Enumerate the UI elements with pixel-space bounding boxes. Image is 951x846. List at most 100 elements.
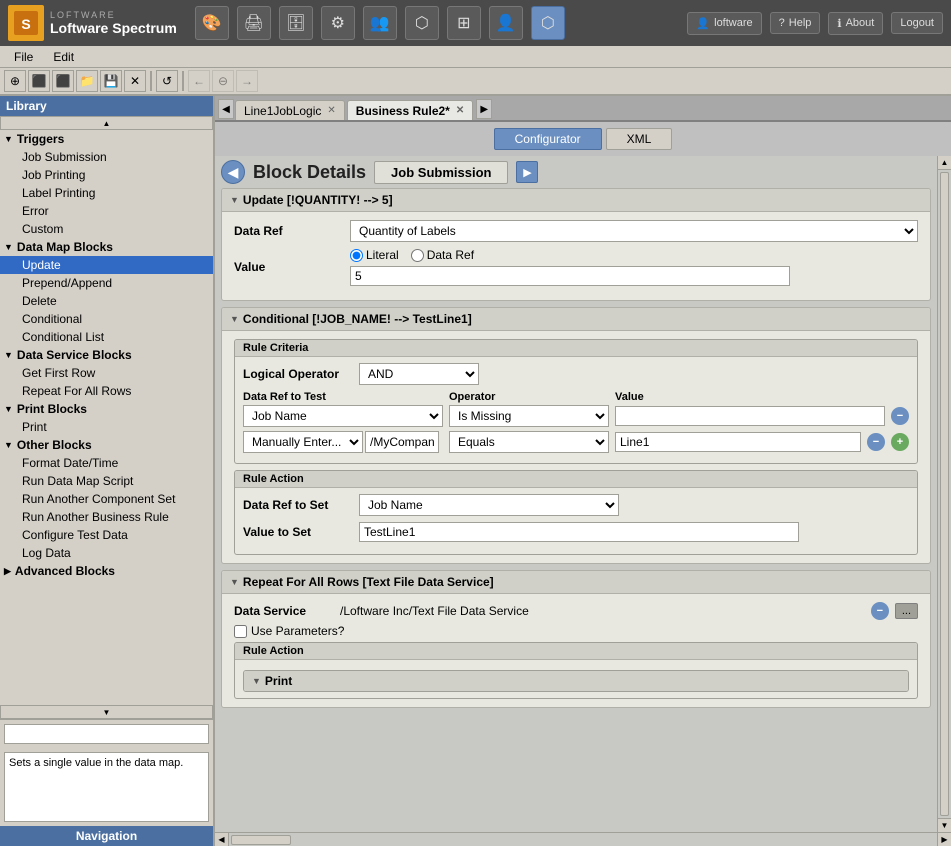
criteria-row2-dataref-value[interactable] <box>365 431 439 453</box>
nav-network-icon[interactable]: ⬡ <box>531 6 565 40</box>
sidebar-item-conditional[interactable]: Conditional <box>0 310 213 328</box>
tb-refresh-btn[interactable]: ↺ <box>156 70 178 92</box>
sidebar-item-prepend-append[interactable]: Prepend/Append <box>0 274 213 292</box>
search-input[interactable] <box>4 724 209 744</box>
user-btn[interactable]: 👤 loftware <box>687 12 761 35</box>
rule-action-box: Rule Action Data Ref to Set Job Name <box>234 470 918 555</box>
tb-paste-btn[interactable]: ⬛ <box>52 70 74 92</box>
tb-new-btn[interactable]: ⊕ <box>4 70 26 92</box>
help-btn[interactable]: ? Help <box>770 12 821 34</box>
menu-edit[interactable]: Edit <box>43 48 84 66</box>
scroll-up-arrow[interactable]: ▲ <box>938 156 951 170</box>
sidebar-item-get-first-row[interactable]: Get First Row <box>0 364 213 382</box>
sidebar-scroll-up[interactable]: ▲ <box>0 116 213 130</box>
criteria-row-1: Job Name Is Missing − <box>243 405 909 427</box>
sidebar-item-repeat-all-rows[interactable]: Repeat For All Rows <box>0 382 213 400</box>
sidebar-item-print[interactable]: Print <box>0 418 213 436</box>
nav-blocks-icon[interactable]: ⊞ <box>447 6 481 40</box>
nav-print-icon[interactable]: 🖨 <box>237 6 271 40</box>
criteria-row1-value[interactable] <box>615 406 885 426</box>
tree-group-advanced-header[interactable]: ▶ Advanced Blocks <box>0 562 213 580</box>
action-data-ref-set-select[interactable]: Job Name <box>359 494 619 516</box>
sidebar-scroll-down[interactable]: ▼ <box>0 705 213 719</box>
tab-scroll-right[interactable]: ▶ <box>476 99 492 119</box>
update-value-row: Value Literal Data Ref <box>234 248 918 286</box>
data-service-more-btn[interactable]: ... <box>895 603 918 619</box>
horiz-scroll-track[interactable] <box>229 833 937 846</box>
scroll-left-arrow[interactable]: ◀ <box>215 833 229 846</box>
update-literal-radio[interactable] <box>350 249 363 262</box>
tb-fwd-btn[interactable]: → <box>236 70 258 92</box>
nav-users-icon[interactable]: 👥 <box>363 6 397 40</box>
play-button[interactable]: ▶ <box>516 161 538 183</box>
tree-group-triggers-header[interactable]: ▼ Triggers <box>0 130 213 148</box>
horiz-scroll-thumb[interactable] <box>231 835 291 845</box>
sidebar-item-configure-test-data[interactable]: Configure Test Data <box>0 526 213 544</box>
update-dataref-radio[interactable] <box>411 249 424 262</box>
sidebar-item-conditional-list[interactable]: Conditional List <box>0 328 213 346</box>
tab-close-businessrule2[interactable]: ✕ <box>456 105 464 116</box>
update-literal-radio-label[interactable]: Literal <box>350 248 399 262</box>
back-button[interactable]: ◀ <box>221 160 245 184</box>
update-dataref-radio-label[interactable]: Data Ref <box>411 248 474 262</box>
nav-gear-icon[interactable]: ⚙ <box>321 6 355 40</box>
criteria-row2-add-btn[interactable]: + <box>891 433 909 451</box>
tab-close-line1joblogic[interactable]: ✕ <box>327 105 335 116</box>
sidebar-item-run-datamap-script[interactable]: Run Data Map Script <box>0 472 213 490</box>
criteria-row1-remove-btn[interactable]: − <box>891 407 909 425</box>
logout-btn[interactable]: Logout <box>891 12 943 34</box>
nav-plug-icon[interactable]: ⬡ <box>405 6 439 40</box>
update-value-input[interactable] <box>350 266 790 286</box>
tab-configurator[interactable]: Configurator <box>494 128 602 150</box>
sidebar-item-job-printing[interactable]: Job Printing <box>0 166 213 184</box>
tree-group-other-header[interactable]: ▼ Other Blocks <box>0 436 213 454</box>
sidebar-item-format-datetime[interactable]: Format Date/Time <box>0 454 213 472</box>
tb-open-btn[interactable]: 📁 <box>76 70 98 92</box>
sidebar-item-update[interactable]: Update <box>0 256 213 274</box>
sidebar-item-delete[interactable]: Delete <box>0 292 213 310</box>
tab-xml[interactable]: XML <box>606 128 673 150</box>
vertical-scrollbar[interactable]: ▲ ▼ <box>937 156 951 832</box>
tb-copy-btn[interactable]: ⬛ <box>28 70 50 92</box>
repeat-block-arrow: ▼ <box>230 577 239 587</box>
repeat-block-body: Data Service /Loftware Inc/Text File Dat… <box>222 594 930 707</box>
logical-op-select[interactable]: AND OR <box>359 363 479 385</box>
criteria-row2-value[interactable] <box>615 432 861 452</box>
criteria-col-headers: Data Ref to Test Operator Value <box>243 391 909 403</box>
data-service-minus-btn[interactable]: − <box>871 602 889 620</box>
tab-businessrule2[interactable]: Business Rule2* ✕ <box>347 100 473 120</box>
tb-minus-btn[interactable]: ⊖ <box>212 70 234 92</box>
scroll-thumb[interactable] <box>940 172 949 816</box>
nav-db-icon[interactable]: 🗄 <box>279 6 313 40</box>
tree-group-print-header[interactable]: ▼ Print Blocks <box>0 400 213 418</box>
tree-group-datamap-header[interactable]: ▼ Data Map Blocks <box>0 238 213 256</box>
scroll-right-arrow[interactable]: ▶ <box>937 833 951 846</box>
sidebar-item-label-printing[interactable]: Label Printing <box>0 184 213 202</box>
criteria-row2-operator[interactable]: Equals <box>449 431 609 453</box>
tb-save-btn[interactable]: 💾 <box>100 70 122 92</box>
menu-file[interactable]: File <box>4 48 43 66</box>
criteria-row1-operator[interactable]: Is Missing <box>449 405 609 427</box>
tb-back-btn[interactable]: ← <box>188 70 210 92</box>
tree-group-dataservice-header[interactable]: ▼ Data Service Blocks <box>0 346 213 364</box>
update-block: ▼ Update [!QUANTITY! --> 5] Data Ref Qua… <box>221 188 931 301</box>
criteria-row1-dataref[interactable]: Job Name <box>243 405 443 427</box>
use-params-checkbox[interactable] <box>234 625 247 638</box>
sidebar-item-log-data[interactable]: Log Data <box>0 544 213 562</box>
sidebar-item-run-another-business-rule[interactable]: Run Another Business Rule <box>0 508 213 526</box>
nav-user-icon[interactable]: 👤 <box>489 6 523 40</box>
sidebar-item-job-submission[interactable]: Job Submission <box>0 148 213 166</box>
tab-line1joblogic[interactable]: Line1JobLogic ✕ <box>235 100 345 120</box>
criteria-row2-remove-btn[interactable]: − <box>867 433 885 451</box>
scroll-down-arrow[interactable]: ▼ <box>938 818 951 832</box>
action-value-to-set-input[interactable] <box>359 522 799 542</box>
about-btn[interactable]: ℹ About <box>828 12 883 35</box>
sidebar-item-run-another-component-set[interactable]: Run Another Component Set <box>0 490 213 508</box>
criteria-row2-dataref-type[interactable]: Manually Enter... <box>243 431 363 453</box>
sidebar-item-error[interactable]: Error <box>0 202 213 220</box>
tb-close-btn[interactable]: ✕ <box>124 70 146 92</box>
update-data-ref-select[interactable]: Quantity of Labels <box>350 220 918 242</box>
tab-scroll-left[interactable]: ◀ <box>218 99 234 119</box>
nav-palette-icon[interactable]: 🎨 <box>195 6 229 40</box>
sidebar-item-custom[interactable]: Custom <box>0 220 213 238</box>
